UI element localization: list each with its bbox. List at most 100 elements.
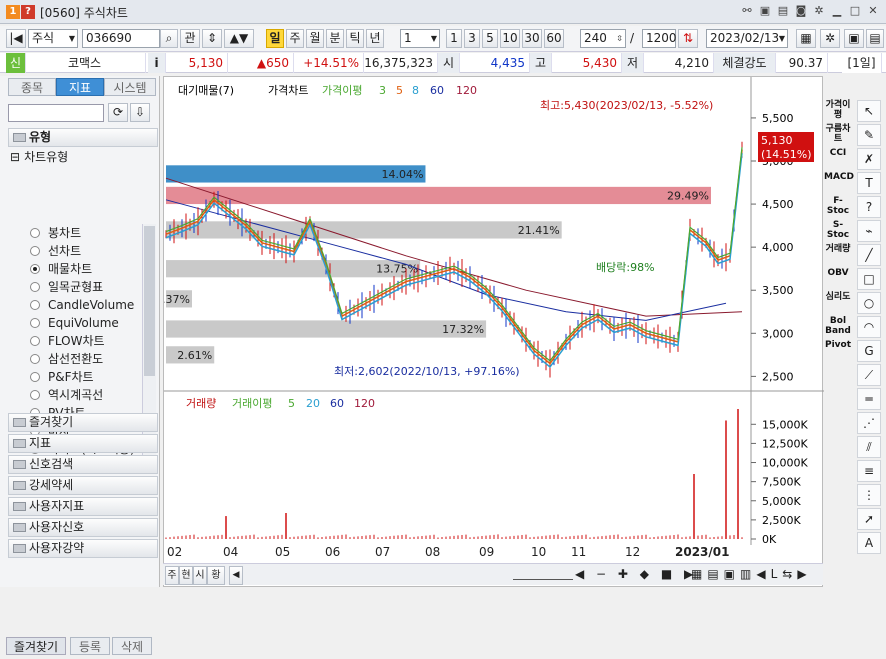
- hline-icon[interactable]: ═: [857, 388, 881, 410]
- chart-type-item[interactable]: 삼선전환도: [10, 350, 144, 368]
- tab-register[interactable]: 등록: [70, 637, 110, 655]
- indicator-shortcut[interactable]: OBV: [824, 268, 852, 292]
- period-button[interactable]: 주: [286, 29, 304, 48]
- gear-icon[interactable]: ✲: [812, 4, 826, 18]
- section-folder[interactable]: 사용자지표: [8, 497, 158, 516]
- legend-ma120[interactable]: 120: [456, 84, 477, 97]
- table-icon[interactable]: ▦: [796, 29, 816, 48]
- bottom-tab-2[interactable]: 현: [179, 566, 193, 585]
- chart-type-item[interactable]: 역시계곡선: [10, 386, 144, 404]
- first-icon[interactable]: |◀: [6, 29, 26, 48]
- radio-icon[interactable]: [30, 300, 40, 310]
- relation-button[interactable]: 관: [180, 29, 200, 48]
- section-folder[interactable]: 지표: [8, 434, 158, 453]
- eraser-icon[interactable]: ✎: [857, 124, 881, 146]
- chart-area[interactable]: 14.04% 29.49% 21.41% 13.75% 1.37% 17.32% 2.61%…: [155, 76, 824, 588]
- section-folder[interactable]: 사용자강약: [8, 539, 158, 558]
- chart-canvas[interactable]: 14.04% 29.49% 21.41% 13.75% 1.37% 17.32% 2.61%…: [155, 77, 824, 588]
- save-icon[interactable]: ▣: [844, 29, 864, 48]
- cycle-icon[interactable]: ⋮: [857, 484, 881, 506]
- help-icon[interactable]: ?: [21, 5, 35, 19]
- section-folder[interactable]: 즐겨찾기: [8, 413, 158, 432]
- print-icon[interactable]: ▤: [776, 4, 790, 18]
- updown-icon[interactable]: ▲▼: [224, 29, 254, 48]
- rectangle-icon[interactable]: □: [857, 268, 881, 290]
- link-icon[interactable]: ⚯: [740, 4, 754, 18]
- indicator-search-input[interactable]: [8, 104, 104, 122]
- print-icon[interactable]: ▤: [866, 29, 884, 48]
- delete-all-icon[interactable]: ✗: [857, 148, 881, 170]
- close-icon[interactable]: ✕: [866, 4, 880, 18]
- circle-icon[interactable]: ○: [857, 292, 881, 314]
- radio-icon[interactable]: [30, 372, 40, 382]
- radio-icon[interactable]: [30, 228, 40, 238]
- chart-type-item[interactable]: 봉차트: [10, 224, 144, 242]
- bottom-tab-4[interactable]: 황: [207, 566, 225, 585]
- indicator-shortcut[interactable]: 가격이평: [824, 100, 852, 124]
- section-type[interactable]: 유형: [8, 128, 158, 147]
- auto-icon[interactable]: A: [857, 532, 881, 554]
- gann-icon[interactable]: G: [857, 340, 881, 362]
- period-button[interactable]: 틱: [346, 29, 364, 48]
- quick-interval-button[interactable]: 5: [482, 29, 498, 48]
- indicator-shortcut[interactable]: S-Stoc: [824, 220, 852, 244]
- bottom-tab-3[interactable]: 시: [193, 566, 207, 585]
- maximize-icon[interactable]: □: [848, 4, 862, 18]
- fibo-icon[interactable]: ≡: [857, 460, 881, 482]
- total-input[interactable]: 1200: [642, 29, 677, 48]
- chart-type-item[interactable]: EquiVolume: [10, 314, 144, 332]
- market-select[interactable]: 주식 ▼: [28, 29, 78, 48]
- chart-type-item[interactable]: 선차트: [10, 242, 144, 260]
- chart-type-item[interactable]: P&F차트: [10, 368, 144, 386]
- tab-favorites[interactable]: 즐겨찾기: [6, 637, 66, 655]
- radio-icon[interactable]: [30, 318, 40, 328]
- period-button[interactable]: 월: [306, 29, 324, 48]
- period-button[interactable]: 년: [366, 29, 384, 48]
- legend-ma5[interactable]: 5: [396, 84, 403, 97]
- channel-icon[interactable]: ⫽: [857, 436, 881, 458]
- quick-interval-button[interactable]: 60: [544, 29, 564, 48]
- camera-icon[interactable]: ◙: [794, 4, 808, 18]
- legend-vol-ma60[interactable]: 60: [330, 397, 344, 410]
- legend-ma3[interactable]: 3: [379, 84, 386, 97]
- tab-system[interactable]: 시스템: [104, 78, 156, 96]
- export-icons[interactable]: ▦▤▣▥◀L⇆▶: [691, 567, 812, 581]
- indicator-shortcut[interactable]: 거래량: [824, 244, 852, 268]
- app-icon[interactable]: 1: [6, 5, 20, 19]
- download-icon[interactable]: ⇩: [130, 103, 150, 122]
- fan-icon[interactable]: ⋰: [857, 412, 881, 434]
- sort-icon[interactable]: ⇕: [202, 29, 222, 48]
- chart-type-item[interactable]: 일목균형표: [10, 278, 144, 296]
- tab-stock[interactable]: 종목: [8, 78, 56, 96]
- indicator-shortcut[interactable]: 구름차트: [824, 124, 852, 148]
- tab-delete[interactable]: 삭제: [112, 637, 152, 655]
- zoom-slider[interactable]: [513, 568, 573, 580]
- radio-icon[interactable]: [30, 390, 40, 400]
- arrow-icon[interactable]: ➚: [857, 508, 881, 530]
- chart-type-item[interactable]: 매물차트: [10, 260, 144, 278]
- legend-profile[interactable]: 대기매물(7): [178, 84, 234, 97]
- radio-icon[interactable]: [30, 246, 40, 256]
- zoom-controls[interactable]: ◀ − ✚ ◆ ■ ▶: [575, 567, 697, 581]
- text-icon[interactable]: T: [857, 172, 881, 194]
- quick-interval-button[interactable]: 1: [446, 29, 462, 48]
- quick-interval-button[interactable]: 10: [500, 29, 520, 48]
- settings-icon[interactable]: ✲: [820, 29, 840, 48]
- legend-vol-ma[interactable]: 거래이평: [232, 397, 272, 410]
- copy-icon[interactable]: ▣: [758, 4, 772, 18]
- indicator-shortcut[interactable]: Pivot: [824, 340, 852, 364]
- legend-price[interactable]: 가격차트: [268, 84, 308, 97]
- period-button[interactable]: 분: [326, 29, 344, 48]
- indicator-shortcut[interactable]: MACD: [824, 172, 854, 196]
- reload-icon[interactable]: ⟳: [108, 103, 128, 122]
- bottom-tab-1[interactable]: 주: [165, 566, 179, 585]
- search-icon[interactable]: ⌕: [160, 29, 178, 48]
- count-input[interactable]: 240 ⇳: [580, 29, 626, 48]
- code-input[interactable]: 036690: [82, 29, 160, 48]
- period-button[interactable]: 일: [266, 29, 284, 48]
- quick-interval-button[interactable]: 30: [522, 29, 542, 48]
- date-input[interactable]: 2023/02/13 ▼: [706, 29, 788, 48]
- indicator-shortcut[interactable]: F-Stoc: [824, 196, 852, 220]
- trend-line-icon[interactable]: ⟋: [857, 364, 881, 386]
- indicator-shortcut[interactable]: CCI: [824, 148, 852, 172]
